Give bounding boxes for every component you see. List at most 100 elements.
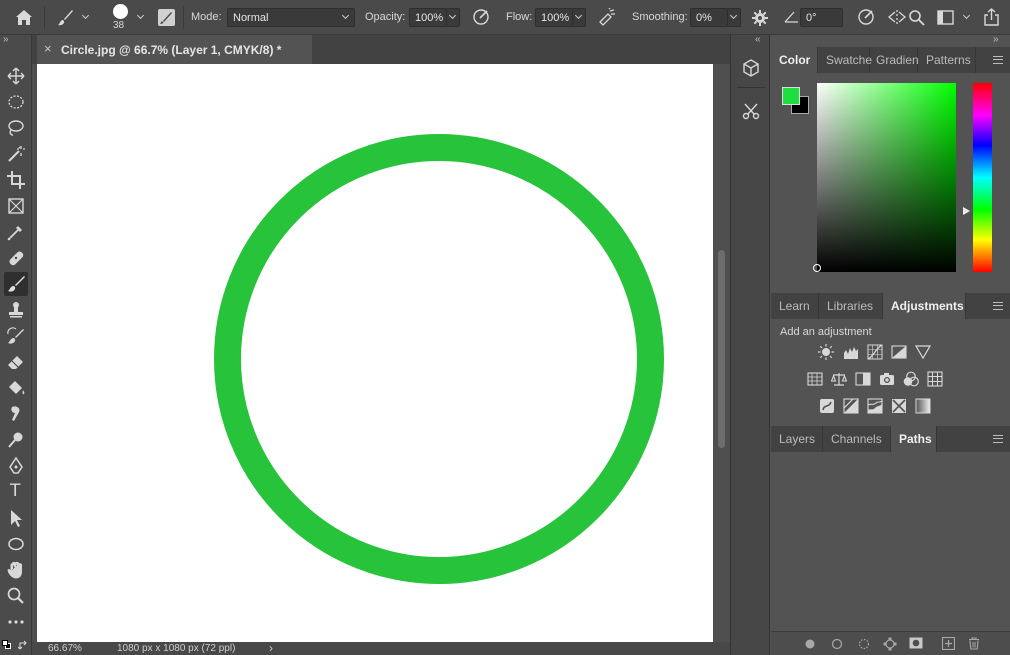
mode-select[interactable]: Normal	[227, 8, 355, 27]
hue-slider[interactable]	[973, 83, 992, 272]
ellipse-tool[interactable]	[4, 532, 28, 556]
clone-stamp-tool[interactable]	[4, 298, 28, 322]
brush-settings-toggle[interactable]	[158, 9, 175, 26]
tab-layers[interactable]: Layers	[771, 426, 823, 452]
vertical-scrollbar-thumb[interactable]	[718, 250, 725, 448]
exposure-icon[interactable]	[891, 344, 907, 360]
type-tool[interactable]: T	[4, 480, 28, 504]
panel-menu-icon[interactable]	[993, 56, 1003, 64]
tab-color[interactable]: Color	[771, 47, 818, 73]
selective-color-icon[interactable]	[891, 398, 907, 414]
lasso-tool[interactable]	[4, 116, 28, 140]
brush-size-picker[interactable]: 38	[110, 3, 132, 33]
foreground-color-swatch[interactable]	[782, 87, 800, 105]
magic-wand-tool[interactable]	[4, 142, 28, 166]
gradient-triangle-icon[interactable]	[915, 344, 931, 360]
flow-dropdown[interactable]	[572, 8, 586, 27]
toolbar-collapse-button[interactable]: »	[3, 34, 9, 45]
tab-patterns[interactable]: Patterns	[918, 47, 976, 73]
smoothing-dropdown[interactable]	[727, 8, 741, 27]
scissors-tools-icon[interactable]	[741, 101, 761, 121]
color-balance-icon[interactable]	[831, 371, 847, 387]
3d-cube-icon[interactable]	[741, 58, 761, 78]
trash-icon[interactable]	[968, 637, 980, 650]
symmetry-icon[interactable]	[887, 9, 907, 26]
airbrush-icon[interactable]	[597, 8, 617, 26]
zoom-tool[interactable]	[4, 584, 28, 608]
photo-filter-icon[interactable]	[879, 371, 895, 387]
panel-menu-icon[interactable]	[993, 435, 1003, 443]
eyedropper-tool[interactable]	[4, 220, 28, 244]
healing-brush-tool[interactable]	[4, 246, 28, 270]
pressure-size-icon[interactable]	[857, 8, 875, 26]
dock-collapse-button[interactable]: »	[993, 34, 999, 45]
edit-toolbar-button[interactable]	[4, 610, 28, 634]
eraser-tool[interactable]	[4, 350, 28, 374]
invert-icon[interactable]	[819, 398, 835, 414]
zoom-level[interactable]: 66.67%	[48, 643, 82, 654]
posterize-icon[interactable]	[843, 398, 859, 414]
pressure-opacity-icon[interactable]	[472, 8, 490, 26]
tab-adjustments[interactable]: Adjustments	[883, 293, 966, 319]
panel-menu-icon[interactable]	[993, 302, 1003, 310]
tab-learn[interactable]: Learn	[771, 293, 819, 319]
move-tool[interactable]	[4, 64, 28, 88]
document-canvas[interactable]	[37, 64, 713, 642]
brush-tool[interactable]	[4, 272, 28, 296]
saturation-brightness-field[interactable]	[817, 83, 956, 272]
default-colors-icon[interactable]	[2, 640, 12, 650]
add-mask-icon[interactable]	[909, 637, 923, 649]
hue-slider-marker[interactable]	[963, 207, 970, 215]
curves-icon[interactable]	[867, 344, 883, 360]
threshold-icon[interactable]	[867, 398, 883, 414]
stroke-path-icon[interactable]	[831, 638, 843, 650]
gradient-map-icon[interactable]	[915, 398, 931, 414]
document-tab[interactable]: × Circle.jpg @ 66.7% (Layer 1, CMYK/8) *	[37, 35, 312, 64]
marquee-tool[interactable]	[4, 90, 28, 114]
share-icon[interactable]	[983, 8, 1000, 26]
make-work-path-icon[interactable]	[883, 637, 897, 651]
chevron-down-icon[interactable]	[81, 11, 90, 20]
crop-tool[interactable]	[4, 168, 28, 192]
tab-swatches[interactable]: Swatche	[818, 47, 872, 73]
tab-libraries[interactable]: Libraries	[819, 293, 883, 319]
brightness-contrast-icon[interactable]	[818, 344, 834, 360]
brush-preset-icon[interactable]	[56, 9, 74, 27]
color-lookup-icon[interactable]	[927, 371, 943, 387]
fill-path-icon[interactable]	[804, 638, 816, 650]
black-white-icon[interactable]	[855, 371, 871, 387]
levels-icon[interactable]	[843, 344, 859, 360]
channel-mixer-icon[interactable]	[903, 371, 919, 387]
smudge-tool[interactable]	[4, 402, 28, 426]
status-menu-arrow[interactable]: ›	[269, 641, 273, 655]
paint-bucket-tool[interactable]	[4, 376, 28, 400]
opacity-dropdown[interactable]	[446, 8, 460, 27]
close-tab-icon[interactable]: ×	[44, 41, 52, 56]
search-icon[interactable]	[908, 9, 925, 26]
tab-gradients[interactable]: Gradien	[870, 47, 919, 73]
history-brush-tool[interactable]	[4, 324, 28, 348]
color-picker-handle[interactable]	[813, 264, 821, 272]
workspace-icon[interactable]	[937, 10, 954, 25]
vibrance-icon[interactable]	[807, 371, 823, 387]
path-selection-tool[interactable]	[4, 506, 28, 530]
vertical-scrollbar[interactable]	[715, 64, 730, 642]
angle-input[interactable]: 0°	[800, 8, 843, 27]
home-icon[interactable]	[15, 9, 33, 26]
hand-tool[interactable]	[4, 558, 28, 582]
tab-paths[interactable]: Paths	[891, 426, 937, 452]
smoothing-input[interactable]: 0%	[690, 8, 728, 27]
chevron-down-icon[interactable]	[136, 11, 145, 20]
new-path-icon[interactable]	[942, 637, 955, 650]
pen-tool[interactable]	[4, 454, 28, 478]
frame-tool[interactable]	[4, 194, 28, 218]
strip-collapse-button[interactable]: «	[755, 34, 761, 45]
swap-colors-icon[interactable]	[18, 640, 29, 651]
opacity-input[interactable]: 100%	[409, 8, 447, 27]
gear-icon[interactable]	[752, 10, 768, 26]
flow-input[interactable]: 100%	[535, 8, 573, 27]
dodge-tool[interactable]	[4, 428, 28, 452]
tab-channels[interactable]: Channels	[823, 426, 891, 452]
chevron-down-icon[interactable]	[962, 11, 971, 20]
load-selection-icon[interactable]	[858, 638, 870, 650]
